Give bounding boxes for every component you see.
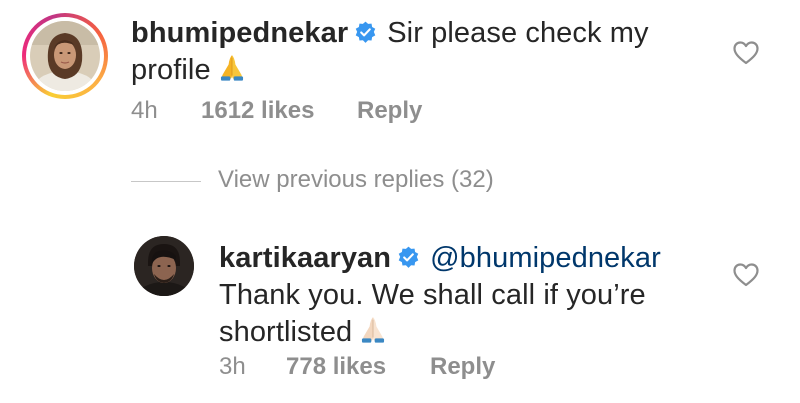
likes-count[interactable]: 1612 likes [201,97,314,125]
avatar[interactable] [30,21,100,91]
view-previous-replies-button[interactable]: View previous replies (32) [131,166,551,198]
username-link[interactable]: kartikaaryan [219,242,391,274]
comment-item: bhumipednekar Sir please check my profile… [0,0,800,150]
verified-badge-icon [355,21,376,43]
reply-button[interactable]: Reply [357,97,422,125]
replies-divider [131,181,201,182]
timestamp[interactable]: 4h [131,97,158,125]
reply-button[interactable]: Reply [430,353,495,381]
heart-outline-icon[interactable] [733,263,759,287]
likes-count[interactable]: 778 likes [286,353,386,381]
heart-outline-icon[interactable] [733,41,759,65]
folded-hands-icon [220,55,243,81]
mention-link[interactable]: @bhumipednekar [430,242,661,274]
username-link[interactable]: bhumipednekar [131,17,348,49]
comment-text-block: bhumipednekar Sir please check my profile [131,15,691,89]
reply-text: Thank you. We shall call if you’re short… [219,279,646,348]
view-previous-replies-label[interactable]: View previous replies (32) [218,166,494,194]
timestamp[interactable]: 3h [219,353,246,381]
verified-badge-icon [398,246,419,268]
avatar[interactable] [134,236,194,296]
folded-hands-light-icon [362,317,385,343]
reply-text-block: kartikaaryan @bhumipednekar Thank you. We… [219,240,699,351]
